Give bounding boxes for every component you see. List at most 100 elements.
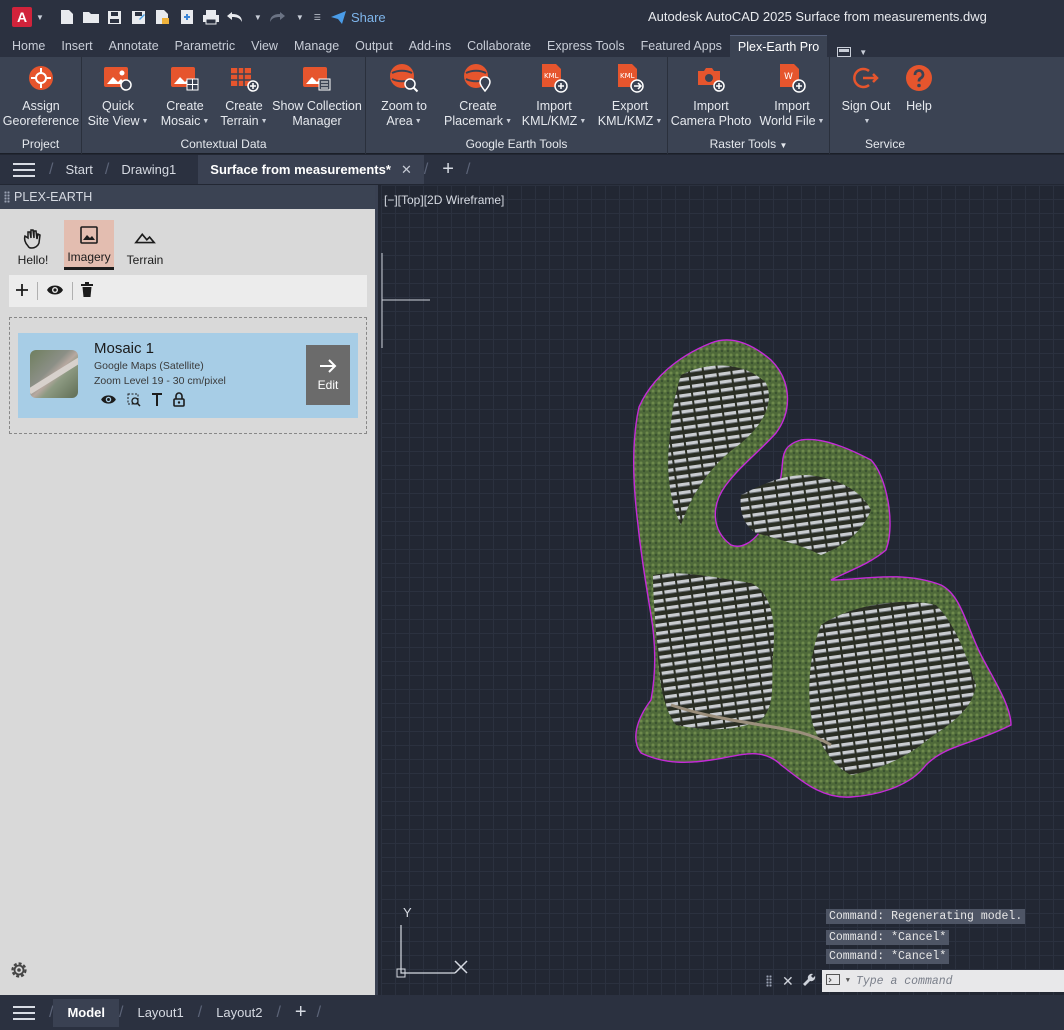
group-google-earth-label: Google Earth Tools (465, 137, 568, 151)
layout-tab-model[interactable]: Model (53, 998, 120, 1027)
dropdown-arrow-icon[interactable]: ▼ (579, 118, 586, 125)
wrench-icon[interactable] (802, 973, 816, 990)
dropdown-arrow-icon[interactable]: ▼ (864, 118, 871, 125)
file-tab-start[interactable]: Start (53, 155, 104, 184)
trash-icon[interactable] (81, 282, 93, 300)
palette-tabs: Hello! Imagery Terrain (8, 220, 170, 270)
command-prompt-icon[interactable] (825, 973, 840, 989)
layout-tab-layout1[interactable]: Layout1 (123, 999, 197, 1027)
show-collection-manager-button[interactable]: Show Collection Manager (272, 63, 362, 129)
tab-annotate[interactable]: Annotate (101, 35, 167, 57)
new-layout-plus-icon[interactable]: + (295, 1001, 307, 1024)
save-icon[interactable] (106, 8, 124, 26)
new-file-icon[interactable] (58, 8, 76, 26)
help-button[interactable]: Help (902, 63, 936, 114)
add-icon[interactable] (15, 283, 29, 300)
zoom-extent-icon[interactable] (127, 393, 141, 410)
palette-tab-terrain[interactable]: Terrain (120, 220, 170, 270)
toolbar-divider (37, 282, 38, 300)
redo-dropdown-icon[interactable]: ▼ (296, 13, 304, 22)
app-menu-caret-icon[interactable]: ▼ (36, 13, 44, 22)
palette-header[interactable]: PLEX-EARTH (0, 185, 375, 209)
command-line: ✕ ▼ Type a command (766, 970, 1064, 992)
customize-toolbar-icon[interactable]: ☰ (314, 13, 321, 22)
tab-divider: / (276, 1003, 281, 1021)
dropdown-arrow-icon[interactable]: ▼ (655, 118, 662, 125)
mosaic-card[interactable]: Mosaic 1 Google Maps (Satellite) Zoom Le… (18, 333, 358, 418)
palette-tab-imagery[interactable]: Imagery (64, 220, 114, 270)
export-kml-icon: KML (615, 63, 645, 93)
tab-insert[interactable]: Insert (53, 35, 100, 57)
open-folder-icon[interactable] (82, 8, 100, 26)
assign-georeference-button[interactable]: Assign Georeference (3, 63, 79, 129)
tab-plex-earth-pro[interactable]: Plex-Earth Pro (729, 35, 828, 57)
tab-manage[interactable]: Manage (286, 35, 347, 57)
tab-parametric[interactable]: Parametric (167, 35, 243, 57)
layout-tab-layout2[interactable]: Layout2 (202, 999, 276, 1027)
drawing-viewport[interactable]: [−][Top][2D Wireframe] Command: Regenera… (381, 185, 1064, 995)
text-icon[interactable] (151, 393, 163, 409)
tab-add-ins[interactable]: Add-ins (401, 35, 459, 57)
undo-icon[interactable] (226, 8, 244, 26)
file-tab-active[interactable]: Surface from measurements* ✕ (198, 155, 424, 184)
sign-out-button[interactable]: Sign Out ▼ (840, 63, 892, 129)
tab-view[interactable]: View (243, 35, 286, 57)
drag-grip-icon[interactable] (4, 191, 10, 203)
import-world-file-button[interactable]: W Import World File ▼ (760, 63, 824, 129)
publish-icon[interactable] (154, 8, 172, 26)
settings-gear-icon[interactable] (9, 960, 29, 983)
sign-out-label: Sign Out (841, 99, 891, 113)
create-terrain-button[interactable]: Create Terrain ▼ (220, 63, 268, 129)
tab-express-tools[interactable]: Express Tools (539, 35, 633, 57)
group-raster-label[interactable]: Raster Tools ▼ (668, 137, 829, 151)
export-kml-button[interactable]: KML Export KML/KMZ ▼ (598, 63, 662, 129)
create-placemark-button[interactable]: Create Placemark ▼ (444, 63, 512, 129)
autocad-window: A ▼ ▼ ▼ ☰ Share Autodesk AutoCAD 2025 Su… (0, 0, 1064, 1030)
dropdown-arrow-icon[interactable]: ▼ (141, 118, 148, 125)
zoom-to-area-button[interactable]: Zoom to Area ▼ (376, 63, 432, 129)
edit-mosaic-button[interactable]: Edit (306, 345, 350, 405)
palette-tab-hello[interactable]: Hello! (8, 220, 58, 270)
import-camera-photo-button[interactable]: Import Camera Photo (671, 63, 751, 129)
dropdown-arrow-icon[interactable]: ▼ (202, 118, 209, 125)
tab-home[interactable]: Home (4, 35, 53, 57)
zoom-to-label: Zoom to (381, 99, 427, 113)
tab-collaborate[interactable]: Collaborate (459, 35, 539, 57)
create-label: Create (225, 99, 263, 113)
tab-featured-apps[interactable]: Featured Apps (633, 35, 730, 57)
eye-icon[interactable] (46, 284, 64, 299)
redo-icon[interactable] (268, 8, 286, 26)
ribbon-display-toggle[interactable]: ▼ (837, 47, 867, 57)
hamburger-menu-icon[interactable] (13, 162, 35, 177)
eye-icon[interactable] (100, 394, 117, 408)
drag-grip-icon[interactable] (766, 975, 772, 987)
dropdown-arrow-icon[interactable]: ▼ (818, 118, 825, 125)
lock-icon[interactable] (173, 392, 185, 410)
assign-label: Assign (22, 99, 60, 113)
save-as-icon[interactable] (130, 8, 148, 26)
tab-output[interactable]: Output (347, 35, 401, 57)
create-label: Create (166, 99, 204, 113)
command-input[interactable]: ▼ Type a command (821, 970, 1064, 992)
quick-site-view-button[interactable]: Quick Site View ▼ (88, 63, 148, 129)
create-mosaic-button[interactable]: Create Mosaic ▼ (161, 63, 209, 129)
dropdown-arrow-icon[interactable]: ▼ (261, 118, 268, 125)
undo-dropdown-icon[interactable]: ▼ (254, 13, 262, 22)
terrain-grid-icon (229, 63, 259, 93)
close-icon[interactable]: ✕ (782, 973, 794, 990)
group-project: Assign Georeference Project (0, 57, 82, 154)
plot-icon[interactable] (202, 8, 220, 26)
mosaic-list: Mosaic 1 Google Maps (Satellite) Zoom Le… (9, 317, 367, 434)
share-drawing-icon[interactable] (178, 8, 196, 26)
share-button[interactable]: Share (330, 10, 386, 25)
dropdown-arrow-icon[interactable]: ▼ (505, 118, 512, 125)
file-tab-drawing1[interactable]: Drawing1 (109, 155, 188, 184)
hamburger-menu-icon[interactable] (13, 1005, 35, 1020)
import-kml-button[interactable]: KML Import KML/KMZ ▼ (522, 63, 586, 129)
app-menu-button[interactable]: A (12, 7, 32, 27)
chevron-down-icon[interactable]: ▼ (846, 977, 850, 985)
dropdown-arrow-icon[interactable]: ▼ (415, 118, 422, 125)
group-google-earth-tools: Zoom to Area ▼ Create Placemark ▼ KML Impo… (366, 57, 668, 154)
close-icon[interactable]: ✕ (401, 162, 412, 178)
new-tab-plus-icon[interactable]: + (442, 158, 454, 181)
